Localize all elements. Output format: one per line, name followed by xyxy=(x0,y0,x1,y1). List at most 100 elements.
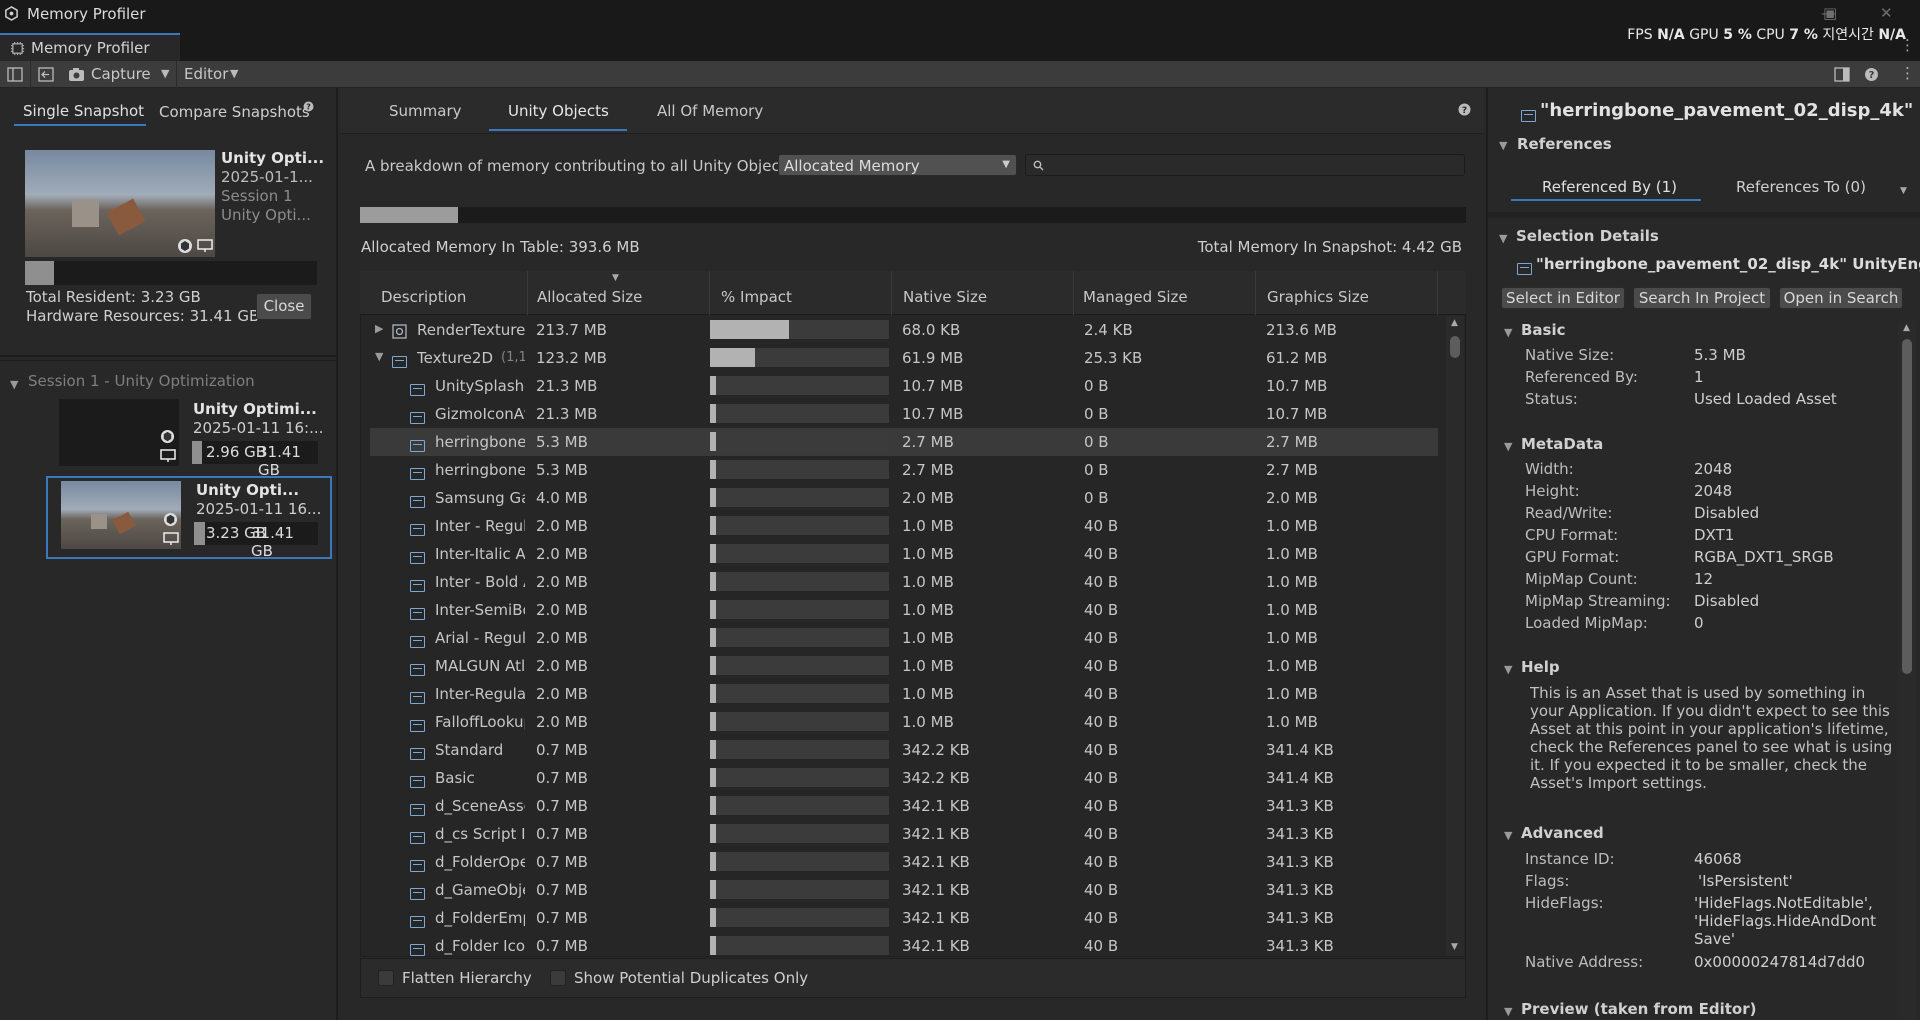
table-row[interactable]: d_GameObje 0.7 MB 342.1 KB 40 B 341.3 KB xyxy=(370,876,1438,904)
snapshot-thumbnail[interactable] xyxy=(61,481,181,549)
scroll-up-icon[interactable]: ▲ xyxy=(1903,323,1910,333)
snapshot-name[interactable]: Unity Optimi... xyxy=(193,400,317,418)
toolbar-menu-icon[interactable]: ⋮ xyxy=(1900,64,1915,82)
table-row[interactable]: d_cs Script Ic 0.7 MB 342.1 KB 40 B 341.3 KB xyxy=(370,820,1438,848)
expand-open-icon[interactable]: ▼ xyxy=(375,350,383,363)
references-header[interactable]: References xyxy=(1517,135,1612,153)
show-duplicates-label[interactable]: Show Potential Duplicates Only xyxy=(574,969,808,987)
basic-section-header[interactable]: Basic xyxy=(1521,321,1566,339)
help-collapse-icon[interactable]: ▼ xyxy=(1504,663,1512,676)
snapshot-name[interactable]: Unity Opti... xyxy=(196,481,299,499)
column-divider[interactable] xyxy=(709,271,710,315)
advanced-section-header[interactable]: Advanced xyxy=(1521,824,1604,842)
table-row[interactable]: Arial - Regula 2.0 MB 1.0 MB 40 B 1.0 MB xyxy=(370,624,1438,652)
metadata-section-header[interactable]: MetaData xyxy=(1521,435,1603,453)
flatten-hierarchy-label[interactable]: Flatten Hierarchy xyxy=(402,969,532,987)
active-tab-underline xyxy=(489,129,627,131)
expand-closed-icon[interactable]: ▶ xyxy=(375,322,383,335)
tab-all-of-memory[interactable]: All Of Memory xyxy=(657,102,763,120)
session-collapse-icon[interactable]: ▼ xyxy=(10,378,18,391)
chevron-down-icon[interactable]: ▼ xyxy=(230,67,238,80)
column-divider[interactable] xyxy=(1073,271,1074,315)
scroll-down-icon[interactable]: ▼ xyxy=(1451,942,1458,952)
table-row[interactable]: d_Folder Icor 0.7 MB 342.1 KB 40 B 341.3 KB xyxy=(370,932,1438,960)
target-editor-dropdown[interactable]: Editor xyxy=(184,65,228,83)
capture-button[interactable]: Capture xyxy=(91,65,151,83)
column-header-impact[interactable]: % Impact xyxy=(721,288,792,306)
table-row[interactable]: d_FolderEmp 0.7 MB 342.1 KB 40 B 341.3 KB xyxy=(370,904,1438,932)
flatten-hierarchy-checkbox[interactable] xyxy=(378,970,394,986)
table-row[interactable]: herringbone_ 5.3 MB 2.7 MB 0 B 2.7 MB xyxy=(370,456,1438,484)
table-row[interactable]: Basic 0.7 MB 342.2 KB 40 B 341.4 KB xyxy=(370,764,1438,792)
advanced-collapse-icon[interactable]: ▼ xyxy=(1504,829,1512,842)
tab-unity-objects[interactable]: Unity Objects xyxy=(508,102,609,120)
import-snapshot-icon[interactable] xyxy=(38,67,54,82)
help-icon[interactable]: ? xyxy=(1458,103,1471,116)
help-icon[interactable]: ? xyxy=(303,101,314,112)
preview-collapse-icon[interactable]: ▼ xyxy=(1504,1005,1512,1018)
table-row[interactable]: MALGUN Atla 2.0 MB 1.0 MB 40 B 1.0 MB xyxy=(370,652,1438,680)
splitter[interactable] xyxy=(1488,212,1920,218)
metadata-collapse-icon[interactable]: ▼ xyxy=(1504,440,1512,453)
tab-memory-profiler[interactable]: Memory Profiler xyxy=(0,33,180,62)
table-scrollbar[interactable]: ▲ ▼ xyxy=(1446,316,1464,956)
tab-referenced-by[interactable]: Referenced By (1) xyxy=(1542,178,1677,196)
open-in-search-button[interactable]: Open in Search xyxy=(1779,287,1903,309)
row-allocated-size: 2.0 MB xyxy=(536,657,588,675)
tab-single-snapshot[interactable]: Single Snapshot xyxy=(23,102,144,120)
table-row[interactable]: ▼Texture2D(1,12123.2 MB61.9 MB25.3 KB61.… xyxy=(370,344,1438,372)
selection-details-header[interactable]: Selection Details xyxy=(1516,227,1659,245)
details-panel-toggle-icon[interactable] xyxy=(1834,67,1850,82)
table-row[interactable]: ▶ RenderTexture 213.7 MB 68.0 KB 2.4 KB 213.6… xyxy=(370,316,1438,344)
help-icon[interactable]: ? xyxy=(1864,67,1879,82)
table-row[interactable]: Inter-Italic At 2.0 MB 1.0 MB 40 B 1.0 MB xyxy=(370,540,1438,568)
table-row[interactable]: Inter - Regula 2.0 MB 1.0 MB 40 B 1.0 MB xyxy=(370,512,1438,540)
help-section-header[interactable]: Help xyxy=(1521,658,1560,676)
search-in-project-button[interactable]: Search In Project xyxy=(1633,287,1771,309)
table-row[interactable]: Standard 0.7 MB 342.2 KB 40 B 341.4 KB xyxy=(370,736,1438,764)
details-scrollbar[interactable]: ▲ xyxy=(1898,321,1916,1020)
close-snapshot-button[interactable]: Close xyxy=(256,293,312,320)
memory-type-dropdown[interactable]: Allocated Memory ▼ xyxy=(778,154,1017,176)
scrollbar-thumb[interactable] xyxy=(1450,336,1460,358)
tab-compare-snapshots[interactable]: Compare Snapshots xyxy=(159,103,310,121)
camera-icon[interactable] xyxy=(68,67,85,82)
table-row[interactable]: d_SceneAsse 0.7 MB 342.1 KB 40 B 341.3 KB xyxy=(370,792,1438,820)
search-input[interactable] xyxy=(1025,154,1465,176)
column-divider[interactable] xyxy=(891,271,892,315)
table-row[interactable]: Samsung Gal 4.0 MB 2.0 MB 0 B 2.0 MB xyxy=(370,484,1438,512)
maximize-icon[interactable]: ▣ xyxy=(1823,4,1837,22)
references-collapse-icon[interactable]: ▼ xyxy=(1499,139,1507,152)
scrollbar-thumb[interactable] xyxy=(1902,339,1912,674)
table-row[interactable]: GizmoIconAt 21.3 MB 10.7 MB 0 B 10.7 MB xyxy=(370,400,1438,428)
table-row[interactable]: herringbone_ 5.3 MB 2.7 MB 0 B 2.7 MB xyxy=(370,428,1438,456)
tab-references-to[interactable]: References To (0) xyxy=(1736,178,1866,196)
select-in-editor-button[interactable]: Select in Editor xyxy=(1501,287,1625,309)
table-row[interactable]: UnitySplash- 21.3 MB 10.7 MB 0 B 10.7 MB xyxy=(370,372,1438,400)
close-window-icon[interactable]: ✕ xyxy=(1880,4,1893,22)
kebab-menu-icon[interactable]: ⋮ xyxy=(1900,36,1915,54)
column-header-description[interactable]: Description xyxy=(381,288,466,306)
column-divider[interactable] xyxy=(1255,271,1256,315)
selection-details-collapse-icon[interactable]: ▼ xyxy=(1499,232,1507,245)
column-header-graphics-size[interactable]: Graphics Size xyxy=(1267,288,1369,306)
snapshot-thumbnail[interactable] xyxy=(59,399,179,466)
scroll-up-icon[interactable]: ▲ xyxy=(1451,318,1458,328)
column-divider[interactable] xyxy=(527,271,528,315)
table-row[interactable]: FalloffLookup 2.0 MB 1.0 MB 40 B 1.0 MB xyxy=(370,708,1438,736)
table-row[interactable]: Inter-SemiBo 2.0 MB 1.0 MB 40 B 1.0 MB xyxy=(370,596,1438,624)
column-header-allocated-size[interactable]: Allocated Size xyxy=(537,288,642,306)
basic-collapse-icon[interactable]: ▼ xyxy=(1504,326,1512,339)
table-row[interactable]: Inter-Regular 2.0 MB 1.0 MB 40 B 1.0 MB xyxy=(370,680,1438,708)
table-row[interactable]: Inter - Bold A 2.0 MB 1.0 MB 40 B 1.0 MB xyxy=(370,568,1438,596)
column-header-native-size[interactable]: Native Size xyxy=(903,288,987,306)
sidebar-toggle-icon[interactable] xyxy=(7,67,23,82)
show-duplicates-checkbox[interactable] xyxy=(550,970,566,986)
tab-summary[interactable]: Summary xyxy=(389,102,462,120)
capture-dropdown-icon[interactable]: ▼ xyxy=(161,67,169,80)
preview-section-header[interactable]: Preview (taken from Editor) xyxy=(1521,1000,1756,1018)
column-header-managed-size[interactable]: Managed Size xyxy=(1083,288,1188,306)
table-row[interactable]: d_FolderOpe 0.7 MB 342.1 KB 40 B 341.3 KB xyxy=(370,848,1438,876)
chevron-down-icon[interactable]: ▼ xyxy=(1900,186,1907,196)
column-divider[interactable] xyxy=(1437,271,1438,315)
